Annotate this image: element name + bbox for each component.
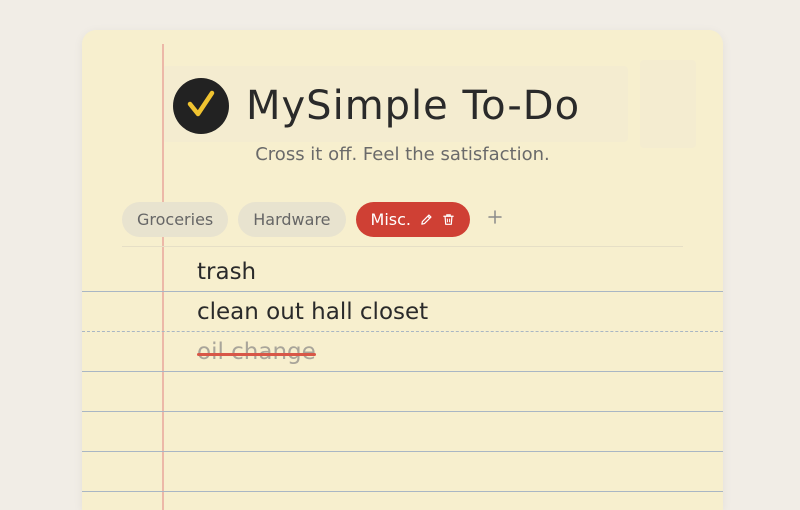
task-text: oil change bbox=[197, 339, 316, 365]
app-title: MySimple To-Do bbox=[246, 83, 581, 129]
tab-groceries[interactable]: Groceries bbox=[122, 201, 229, 237]
tabs-divider bbox=[122, 246, 683, 247]
tab-label: Misc. bbox=[370, 209, 411, 229]
plus-icon bbox=[487, 209, 503, 229]
add-list-button[interactable] bbox=[484, 208, 506, 230]
trash-icon[interactable] bbox=[442, 213, 455, 226]
ruled-line bbox=[82, 451, 723, 452]
tab-misc[interactable]: Misc. bbox=[355, 201, 470, 237]
list-tabs: Groceries Hardware Misc. bbox=[122, 201, 506, 237]
checkmark-icon bbox=[186, 89, 216, 123]
ruled-line bbox=[82, 491, 723, 492]
task-text-wrap: oil change bbox=[197, 332, 316, 372]
corner-panel bbox=[640, 60, 696, 148]
task-item[interactable]: trash bbox=[197, 252, 256, 292]
task-item-completed[interactable]: oil change bbox=[197, 332, 316, 372]
tab-label: Groceries bbox=[137, 209, 214, 229]
app-subtitle: Cross it off. Feel the satisfaction. bbox=[255, 144, 550, 165]
margin-line bbox=[162, 44, 164, 510]
task-text: clean out hall closet bbox=[197, 299, 429, 325]
strikethrough bbox=[197, 353, 316, 356]
tab-hardware[interactable]: Hardware bbox=[238, 201, 346, 237]
ruled-line bbox=[82, 371, 723, 372]
pencil-icon[interactable] bbox=[420, 213, 433, 226]
ruled-line bbox=[82, 411, 723, 412]
task-text: trash bbox=[197, 259, 257, 285]
notepad: MySimple To-Do Cross it off. Feel the sa… bbox=[82, 30, 723, 510]
logo bbox=[173, 78, 229, 134]
task-item[interactable]: clean out hall closet bbox=[197, 292, 428, 332]
tab-label: Hardware bbox=[253, 209, 331, 229]
